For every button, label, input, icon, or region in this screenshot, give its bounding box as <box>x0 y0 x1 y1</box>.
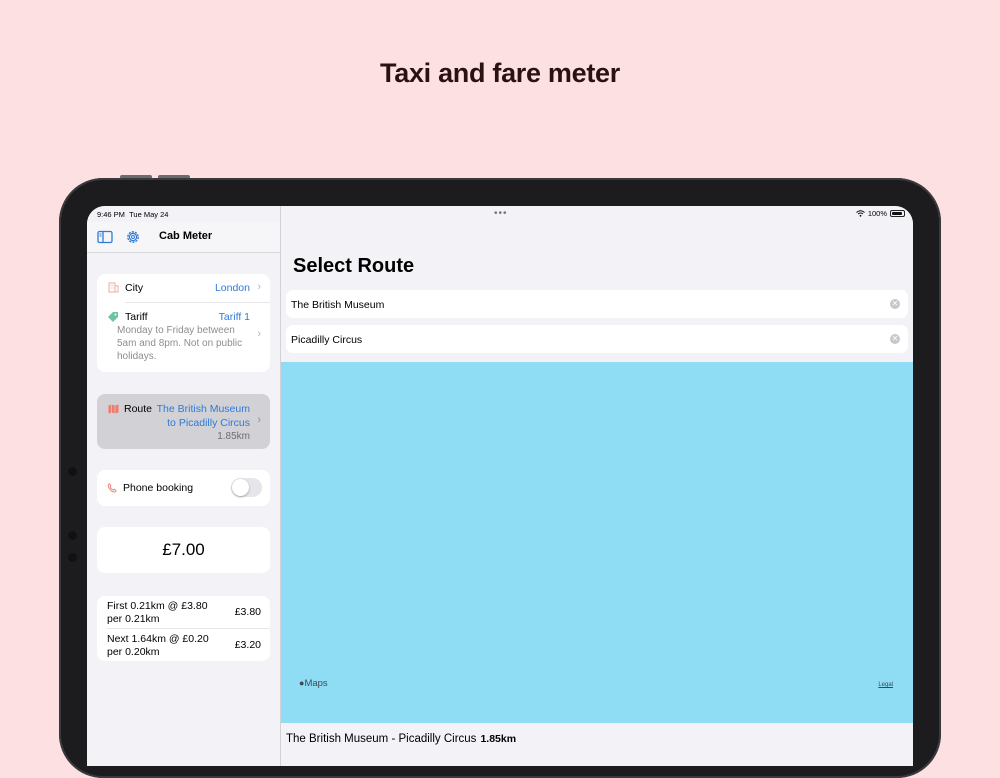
chevron-right-icon: › <box>257 281 261 293</box>
chevron-right-icon: › <box>257 414 261 426</box>
wifi-icon <box>855 210 865 217</box>
to-field: ✕ <box>286 325 908 355</box>
sidebar: Cab Meter City London › Tariff Tariff 1 … <box>87 206 281 766</box>
legal-link[interactable]: Legal <box>878 682 893 688</box>
phone-booking-toggle[interactable] <box>231 478 262 497</box>
phone-icon <box>107 483 117 493</box>
clear-icon[interactable]: ✕ <box>890 334 900 344</box>
apple-maps-logo: ●Maps <box>299 678 328 689</box>
total-fare-card: £7.00 <box>97 527 270 573</box>
route-summary: The British Museum - Picadilly Circus 1.8… <box>286 733 516 745</box>
bezel-dot <box>68 553 77 562</box>
battery-icon <box>890 210 905 217</box>
sidebar-toggle-icon[interactable] <box>97 229 113 245</box>
tariff-label: Tariff <box>125 311 148 323</box>
route-label: Route <box>124 403 153 415</box>
fare-breakdown-card: First 0.21km @ £3.80 per 0.21km £3.80 Ne… <box>97 596 270 661</box>
device-screen: Cab Meter City London › Tariff Tariff 1 … <box>87 206 913 766</box>
page-headline: Taxi and fare meter <box>380 58 620 88</box>
page-title: Select Route <box>293 255 415 277</box>
status-right: 100% <box>855 209 905 218</box>
route-row[interactable]: Route The British Museum to Picadilly Ci… <box>97 394 270 449</box>
bezel-dot <box>68 467 77 476</box>
route-summary-text: The British Museum - Picadilly Circus <box>286 733 477 745</box>
sidebar-title: Cab Meter <box>159 230 213 242</box>
main-pane: Select Route ✕ ✕ ●Maps Legal The British… <box>281 206 913 766</box>
breakdown-line-2: Next 1.64km @ £0.20 per 0.20km <box>107 633 209 658</box>
status-bar: 9:46 PM Tue May 24 ••• 100% <box>87 206 913 222</box>
map-icon <box>108 404 119 414</box>
battery-percent: 100% <box>867 209 887 218</box>
bezel-dot <box>68 531 77 540</box>
from-input[interactable] <box>286 290 883 320</box>
breakdown-amount-1: £3.80 <box>234 606 261 618</box>
multitasking-dots-icon[interactable]: ••• <box>494 208 508 219</box>
phone-booking-label: Phone booking <box>123 482 194 494</box>
status-time: 9:46 PM Tue May 24 <box>97 210 169 219</box>
gear-icon[interactable] <box>125 229 141 245</box>
phone-booking-row: Phone booking <box>97 470 270 506</box>
breakdown-line-1: First 0.21km @ £3.80 per 0.21km <box>107 600 208 625</box>
chevron-right-icon: › <box>257 328 261 340</box>
divider <box>107 628 270 629</box>
route-summary-distance: 1.85km <box>480 733 517 745</box>
tariff-row[interactable]: Tariff Tariff 1 Monday to Friday between… <box>97 303 270 372</box>
from-field: ✕ <box>286 290 908 320</box>
to-input[interactable] <box>286 325 883 355</box>
breakdown-amount-2: £3.20 <box>234 639 261 651</box>
sidebar-header: Cab Meter <box>87 222 280 253</box>
tag-icon <box>108 312 118 322</box>
tariff-description: Monday to Friday between 5am and 8pm. No… <box>117 325 243 362</box>
map-view[interactable]: ●Maps Legal <box>281 362 913 723</box>
settings-card: City London › Tariff Tariff 1 Monday to … <box>97 274 270 372</box>
total-fare: £7.00 <box>162 540 205 559</box>
building-icon <box>108 282 119 293</box>
city-label: City <box>125 282 144 294</box>
route-value: The British Museum to Picadilly Circus 1… <box>156 403 250 442</box>
city-value: London <box>214 282 250 294</box>
city-row[interactable]: City London › <box>97 274 270 302</box>
clear-icon[interactable]: ✕ <box>890 299 900 309</box>
route-distance: 1.85km <box>217 431 250 442</box>
tariff-value: Tariff 1 <box>218 311 250 323</box>
